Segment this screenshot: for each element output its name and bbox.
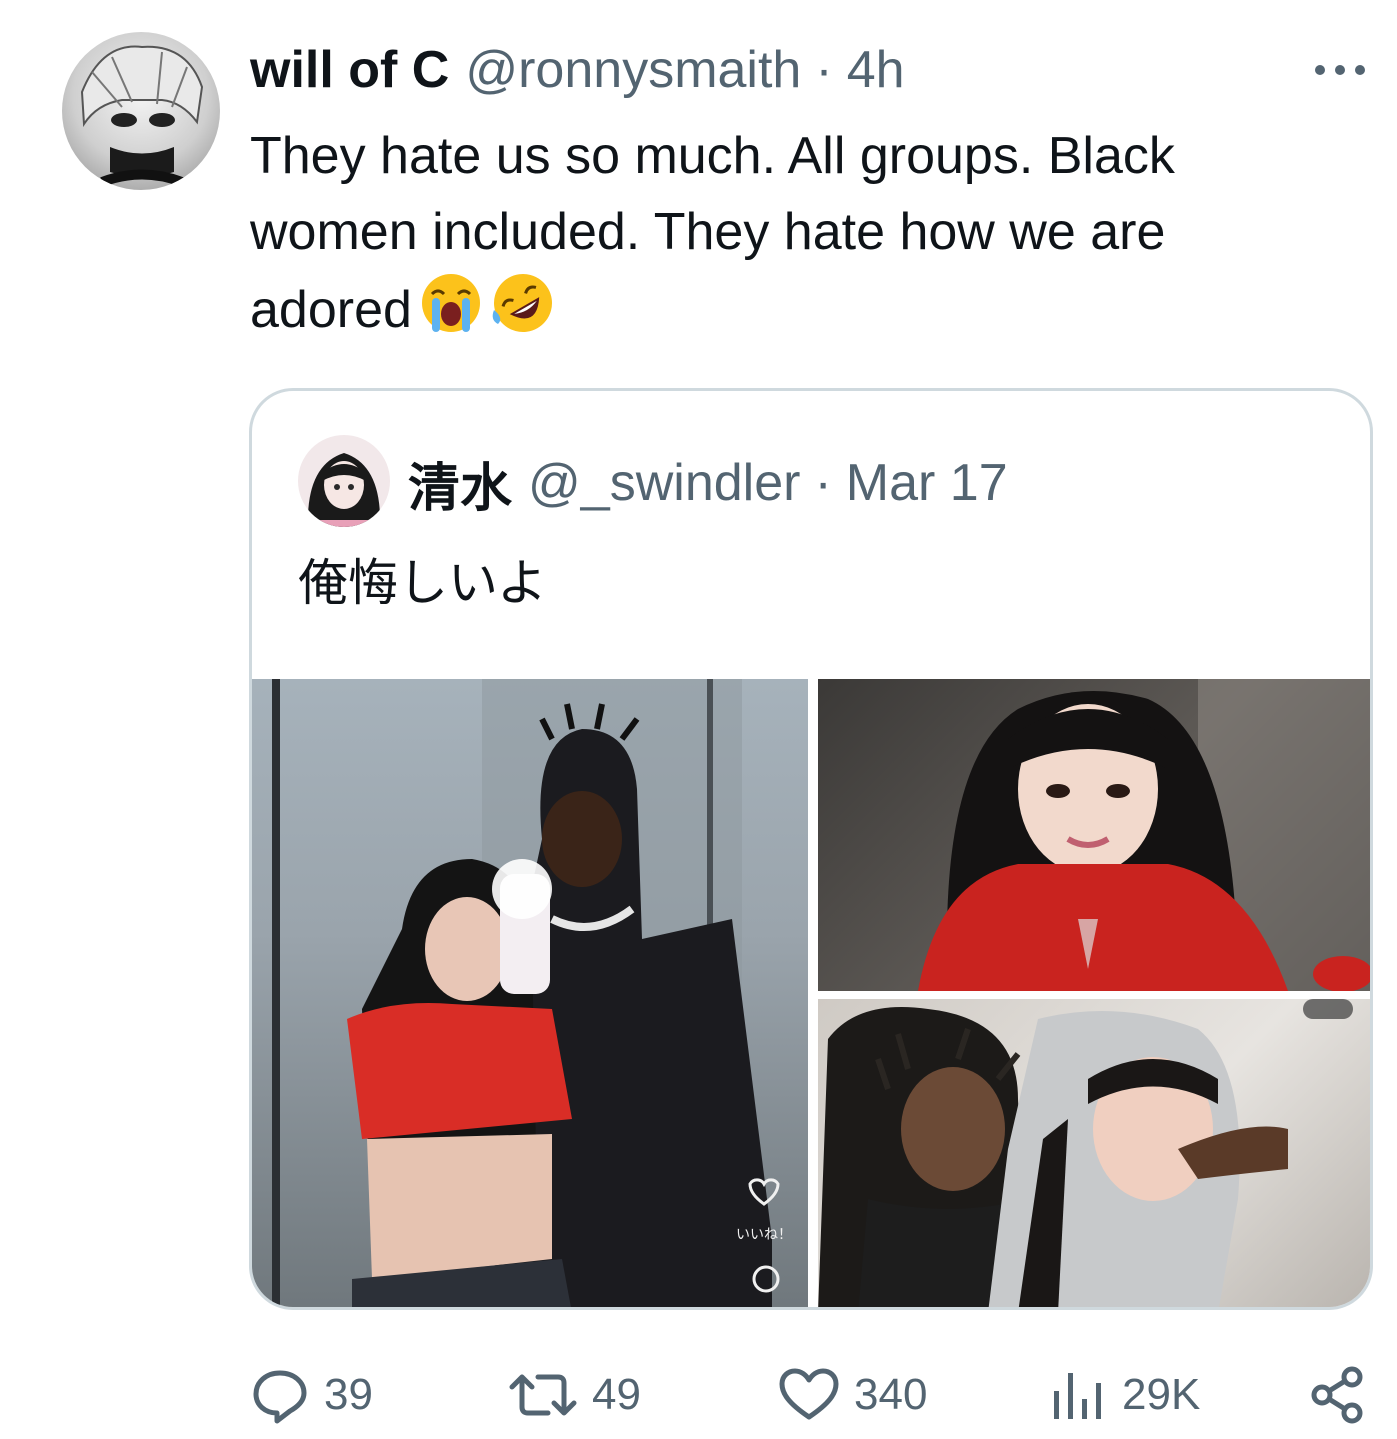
quoted-author-avatar[interactable] — [298, 435, 390, 527]
view-count: 29K — [1122, 1370, 1201, 1419]
retweet-icon — [509, 1374, 577, 1416]
separator-dot: · — [815, 41, 833, 99]
quoted-author-handle[interactable]: @_swindler — [528, 453, 800, 513]
retweet-button[interactable]: 49 — [508, 1360, 641, 1430]
analytics-icon — [1054, 1373, 1101, 1419]
woman-portrait-photo[interactable] — [818, 679, 1370, 991]
quoted-author-display-name[interactable]: 清水 — [408, 446, 512, 521]
quoted-tweet-timestamp[interactable]: Mar 17 — [846, 453, 1008, 513]
quoted-tweet-header: 清水 @_swindler · Mar 17 — [408, 451, 1008, 518]
tweet-text: They hate us so much. All groups. Black … — [250, 118, 1340, 357]
quoted-tweet-card[interactable]: 清水 @_swindler · Mar 17 俺悔しいよ いいね！ — [249, 388, 1373, 1310]
loudly-crying-face-icon — [418, 270, 484, 357]
author-display-name[interactable]: will of C — [250, 40, 449, 100]
share-icon — [1311, 1366, 1363, 1424]
quoted-tweet-text: 俺悔しいよ — [298, 554, 547, 612]
reply-button[interactable]: 39 — [250, 1360, 373, 1430]
rolling-on-floor-laughing-icon — [490, 270, 556, 357]
more-options-button[interactable] — [1310, 58, 1370, 82]
share-button[interactable] — [1308, 1360, 1382, 1430]
author-avatar[interactable] — [62, 32, 220, 190]
views-button[interactable]: 29K — [1048, 1360, 1200, 1430]
tweet-header: will of C @ronnysmaith · 4h — [250, 38, 905, 102]
couple-hoodie-photo[interactable] — [818, 999, 1370, 1307]
reply-count: 39 — [324, 1370, 373, 1419]
like-count: 340 — [854, 1370, 928, 1419]
tweet-body: They hate us so much. All groups. Black … — [250, 127, 1175, 340]
mirror-selfie-photo[interactable]: いいね！ — [252, 679, 808, 1307]
retweet-count: 49 — [592, 1370, 641, 1419]
photo-like-overlay-text: いいね！ — [736, 1227, 792, 1243]
separator-dot: · — [814, 454, 832, 512]
author-handle[interactable]: @ronnysmaith — [465, 40, 801, 100]
reply-icon — [253, 1370, 307, 1424]
tweet-action-bar: 39 49 340 29K — [0, 1360, 1397, 1430]
more-horizontal-icon — [1315, 65, 1365, 75]
heart-icon — [779, 1368, 839, 1420]
tweet-timestamp[interactable]: 4h — [847, 40, 905, 100]
like-button[interactable]: 340 — [778, 1360, 927, 1430]
